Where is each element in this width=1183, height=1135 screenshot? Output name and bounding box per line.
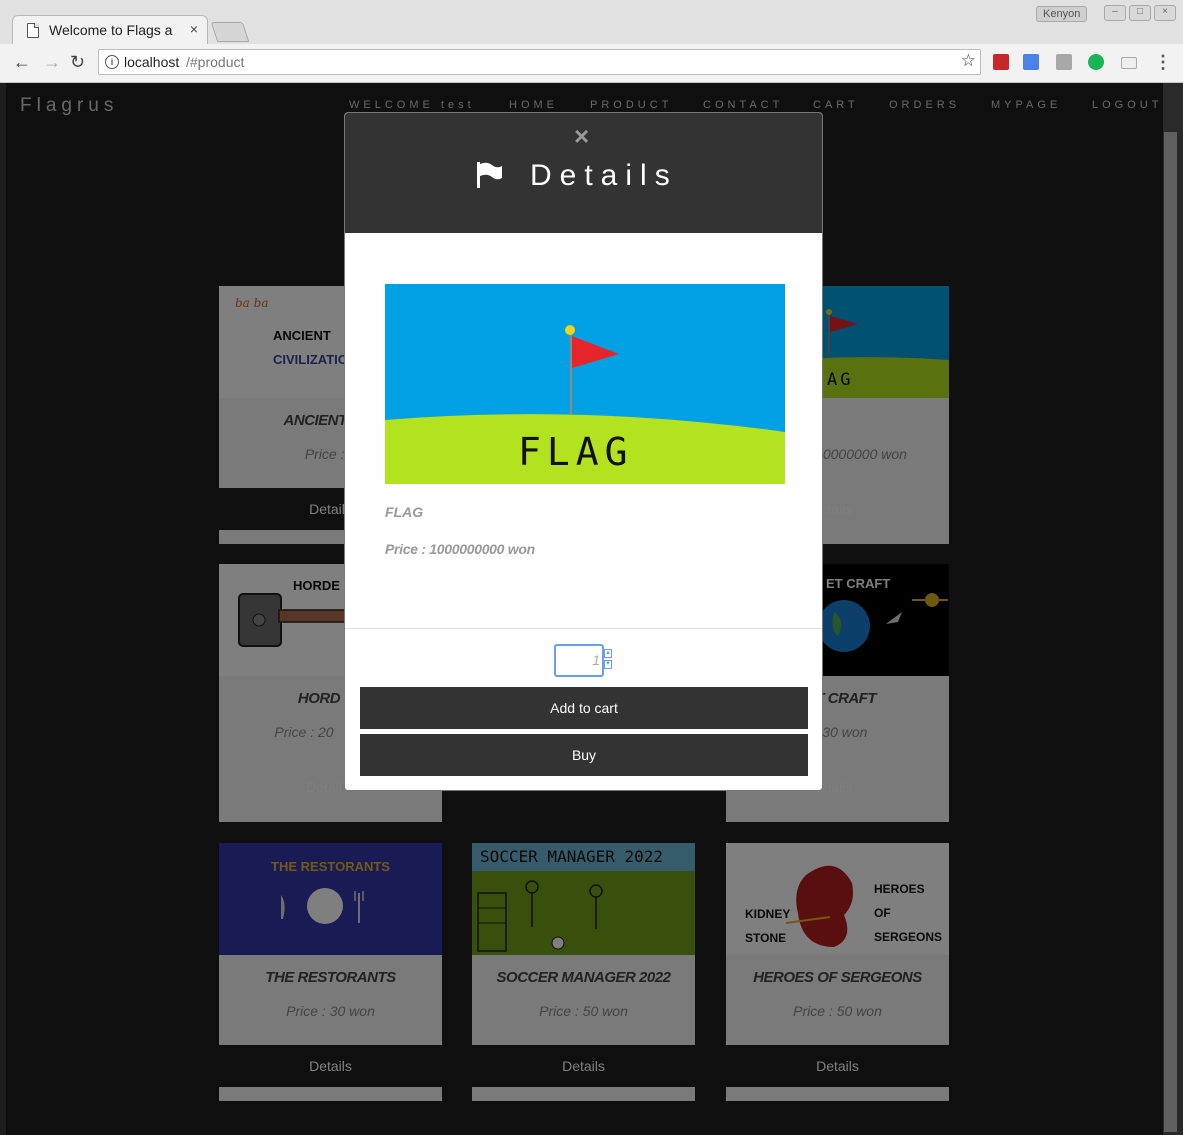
close-icon[interactable]: × — [574, 121, 589, 152]
tab-title: Welcome to Flags a — [49, 22, 173, 38]
decrement-icon[interactable]: ▼ — [604, 660, 612, 669]
back-icon[interactable]: ← — [13, 52, 31, 73]
maximize-button[interactable]: □ — [1129, 5, 1151, 21]
tab-strip: Welcome to Flags a × Kenyon – □ × — [0, 0, 1183, 44]
forward-icon[interactable]: → — [43, 52, 61, 73]
reload-icon[interactable]: ↻ — [70, 52, 85, 73]
quantity-stepper[interactable]: 1 — [554, 644, 604, 677]
image-caption: FLAG — [518, 430, 634, 474]
modal-divider — [345, 628, 822, 629]
close-window-button[interactable]: × — [1154, 5, 1176, 21]
modal-title: Details — [530, 159, 678, 192]
url-host: localhost — [124, 54, 180, 70]
add-to-cart-button[interactable]: Add to cart — [360, 687, 808, 729]
site-info-icon[interactable]: i — [105, 55, 119, 69]
extension-cast-icon[interactable] — [1121, 57, 1137, 69]
minimize-button[interactable]: – — [1104, 5, 1126, 21]
url-path: /#product — [186, 54, 245, 70]
bookmark-star-icon[interactable]: ☆ — [961, 51, 976, 71]
browser-tab[interactable]: Welcome to Flags a × — [12, 15, 208, 44]
extension-book-icon[interactable] — [993, 54, 1009, 70]
quantity-value: 1 — [592, 652, 600, 668]
quantity-spinner[interactable]: ▲ ▼ — [604, 649, 612, 669]
modal-header: × Details — [345, 113, 822, 233]
scrollbar-thumb[interactable] — [1164, 132, 1177, 1132]
page-icon — [27, 23, 39, 38]
profile-button[interactable]: Kenyon — [1036, 6, 1088, 22]
product-name: FLAG — [385, 504, 424, 520]
buy-button[interactable]: Buy — [360, 734, 808, 776]
extension-translate-icon[interactable] — [1023, 54, 1039, 70]
new-tab-button[interactable] — [210, 22, 250, 42]
details-modal: × Details FLAG FLAG Price : 1000000000 w… — [344, 112, 823, 791]
extension-grammarly-icon[interactable] — [1088, 54, 1104, 70]
product-price: Price : 1000000000 won — [385, 541, 535, 557]
flag-icon — [477, 162, 502, 188]
browser-toolbar: ← → ↻ i localhost /#product ☆ ⋮ — [0, 44, 1183, 82]
product-image: FLAG — [385, 284, 785, 484]
increment-icon[interactable]: ▲ — [604, 649, 612, 658]
browser-menu-icon[interactable]: ⋮ — [1154, 52, 1172, 73]
extension-image-icon[interactable] — [1056, 54, 1072, 70]
tab-close-icon[interactable]: × — [190, 21, 198, 37]
browser-chrome: Welcome to Flags a × Kenyon – □ × ← → ↻ … — [0, 0, 1183, 83]
address-bar[interactable]: i localhost /#product ☆ — [98, 49, 981, 75]
